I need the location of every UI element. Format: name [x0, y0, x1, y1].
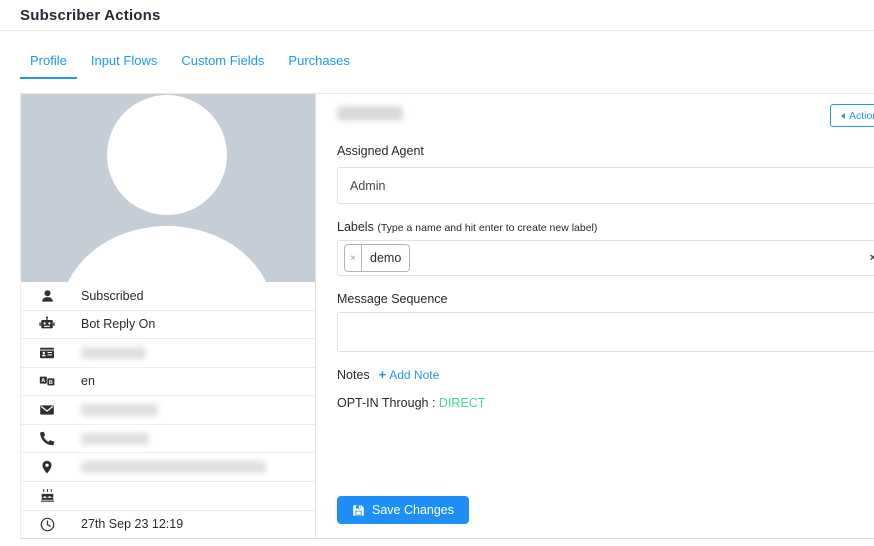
save-icon: [352, 504, 365, 517]
add-note-button[interactable]: + Add Note: [379, 367, 440, 382]
subscriber-summary-panel: Subscribed Bot Reply On AB en: [21, 94, 316, 538]
tab-input-flows[interactable]: Input Flows: [81, 53, 167, 79]
clock-icon: [39, 516, 55, 532]
language-value: en: [81, 374, 95, 388]
labels-hint: (Type a name and hit enter to create new…: [377, 222, 597, 234]
list-item-email: [21, 395, 315, 424]
list-item-status: Subscribed: [21, 282, 315, 310]
list-item-subscriber-id: [21, 338, 315, 367]
actions-button-label: Actions: [849, 110, 874, 122]
labels-input[interactable]: × demo ×: [337, 240, 874, 276]
cake-icon: [39, 488, 55, 504]
tab-profile[interactable]: Profile: [20, 53, 77, 79]
svg-text:B: B: [49, 380, 53, 386]
optin-row: OPT-IN Through : DIRECT: [337, 396, 874, 410]
subscribed-date-value: 27th Sep 23 12:19: [81, 517, 183, 531]
robot-icon: [39, 316, 55, 332]
optin-label: OPT-IN Through :: [337, 396, 435, 410]
notes-section: Notes + Add Note: [337, 367, 874, 382]
list-item-birthday: [21, 481, 315, 510]
tab-purchases[interactable]: Purchases: [278, 53, 359, 79]
tag-text: demo: [362, 245, 409, 271]
add-note-label: Add Note: [389, 368, 439, 382]
phone-redacted: [81, 433, 149, 445]
user-icon: [39, 288, 55, 304]
phone-icon: [39, 431, 55, 447]
subscriber-id-redacted: [81, 347, 146, 359]
label-tag: × demo: [344, 244, 410, 272]
assigned-agent-value: Admin: [350, 179, 385, 193]
modal-header: Subscriber Actions: [0, 0, 874, 31]
clear-labels-icon[interactable]: ×: [870, 252, 874, 264]
id-card-icon: [39, 345, 55, 361]
notes-label: Notes: [337, 368, 370, 382]
assigned-agent-label: Assigned Agent: [337, 144, 874, 158]
bot-reply-value: Bot Reply On: [81, 317, 155, 331]
status-value: Subscribed: [81, 289, 144, 303]
subscriber-info-list: Subscribed Bot Reply On AB en: [21, 282, 315, 538]
subscriber-card: Subscribed Bot Reply On AB en: [20, 93, 874, 539]
message-sequence-label: Message Sequence: [337, 292, 874, 306]
list-item-subscribed-date: 27th Sep 23 12:19: [21, 510, 315, 539]
tag-remove-icon[interactable]: ×: [345, 245, 362, 271]
caret-left-icon: [841, 113, 845, 119]
list-item-phone: [21, 424, 315, 453]
message-sequence-input[interactable]: [337, 312, 874, 352]
labels-label: Labels (Type a name and hit enter to cre…: [337, 220, 874, 234]
subscriber-name-redacted: [337, 106, 403, 121]
email-redacted: [81, 404, 158, 416]
tab-custom-fields[interactable]: Custom Fields: [171, 53, 274, 79]
page-title: Subscriber Actions: [20, 7, 161, 24]
plus-icon: +: [379, 367, 387, 382]
save-changes-button[interactable]: Save Changes: [337, 496, 469, 524]
actions-button[interactable]: Actions: [830, 104, 874, 127]
avatar: [21, 94, 315, 282]
list-item-language: AB en: [21, 367, 315, 396]
list-item-location: [21, 452, 315, 481]
list-item-bot-reply: Bot Reply On: [21, 310, 315, 339]
svg-text:A: A: [41, 379, 45, 385]
language-icon: AB: [39, 373, 55, 389]
tab-bar: Profile Input Flows Custom Fields Purcha…: [0, 31, 874, 79]
envelope-icon: [39, 402, 55, 418]
assigned-agent-select[interactable]: Admin: [337, 167, 874, 204]
save-button-label: Save Changes: [372, 503, 454, 517]
location-icon: [39, 459, 55, 475]
optin-value: DIRECT: [439, 396, 486, 410]
subscriber-edit-panel: Actions Assigned Agent Admin Labels (Typ…: [316, 94, 874, 538]
location-redacted: [81, 461, 266, 473]
